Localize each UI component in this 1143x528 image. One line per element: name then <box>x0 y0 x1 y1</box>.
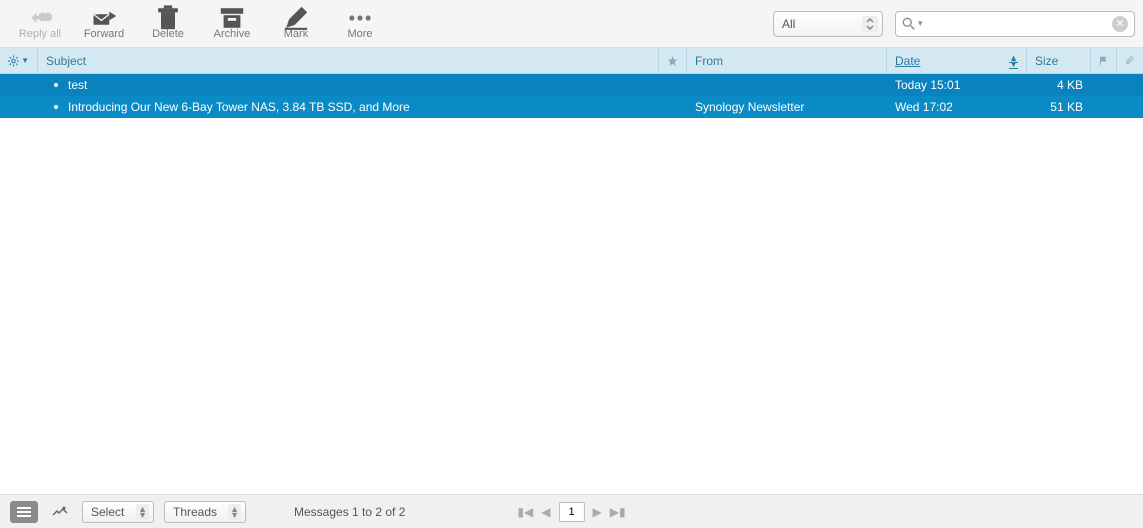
archive-icon <box>218 8 246 28</box>
page-first-button[interactable]: ▮◀ <box>517 505 533 519</box>
chevron-updown-icon: ▲▼ <box>228 504 241 520</box>
mark-label: Mark <box>284 28 308 40</box>
sort-indicator-icon: ▲▼ <box>1009 55 1018 67</box>
mark-button[interactable]: Mark <box>264 2 328 46</box>
list-options-button[interactable]: ▼ <box>0 48 38 73</box>
preview-icon <box>52 505 68 519</box>
archive-button[interactable]: Archive <box>200 2 264 46</box>
message-subject: test <box>68 78 87 92</box>
footer-bar: Select ▲▼ Threads ▲▼ Messages 1 to 2 of … <box>0 494 1143 528</box>
forward-button[interactable]: Forward <box>72 2 136 46</box>
message-count: Messages 1 to 2 of 2 <box>294 505 405 519</box>
unread-dot-icon <box>54 83 58 87</box>
more-label: More <box>347 28 372 40</box>
search-box[interactable]: ▾ ✕ <box>895 11 1135 37</box>
column-subject[interactable]: Subject <box>38 48 659 73</box>
message-subject: Introducing Our New 6-Bay Tower NAS, 3.8… <box>68 100 410 114</box>
message-date: Today 15:01 <box>895 78 960 92</box>
message-size: 4 KB <box>1057 78 1083 92</box>
gear-icon <box>8 54 19 68</box>
reply-all-label: Reply all <box>19 28 61 40</box>
filter-selected: All <box>782 17 795 31</box>
page-last-button[interactable]: ▶▮ <box>610 505 626 519</box>
paperclip-icon <box>1125 54 1135 68</box>
reply-all-button: Reply all <box>8 2 72 46</box>
message-row[interactable]: Introducing Our New 6-Bay Tower NAS, 3.8… <box>0 96 1143 118</box>
search-icon <box>902 17 916 31</box>
message-list-header: ▼ Subject From Date ▲▼ Size <box>0 48 1143 74</box>
page-next-button[interactable]: ▶ <box>593 505 602 519</box>
delete-label: Delete <box>152 28 184 40</box>
filter-dropdown[interactable]: All <box>773 11 883 37</box>
pager: ▮◀ ◀ ▶ ▶▮ <box>517 502 625 522</box>
column-star[interactable] <box>659 48 687 73</box>
select-dropdown[interactable]: Select ▲▼ <box>82 501 154 523</box>
column-attachment[interactable] <box>1117 48 1143 73</box>
chevron-updown-icon: ▲▼ <box>136 504 149 520</box>
preview-toggle-button[interactable] <box>48 501 72 523</box>
message-list[interactable]: test Today 15:01 4 KB Introducing Our Ne… <box>0 74 1143 494</box>
pencil-icon <box>282 8 310 28</box>
archive-label: Archive <box>214 28 251 40</box>
column-from[interactable]: From <box>687 48 887 73</box>
search-clear-icon[interactable]: ✕ <box>1112 16 1128 32</box>
column-date[interactable]: Date ▲▼ <box>887 48 1027 73</box>
reply-all-icon <box>26 8 54 28</box>
caret-down-icon: ▼ <box>21 56 29 65</box>
threads-dropdown[interactable]: Threads ▲▼ <box>164 501 246 523</box>
trash-icon <box>154 8 182 28</box>
list-icon <box>17 506 31 518</box>
flag-icon <box>1099 55 1108 67</box>
message-from: Synology Newsletter <box>695 100 804 114</box>
unread-dot-icon <box>54 105 58 109</box>
message-row[interactable]: test Today 15:01 4 KB <box>0 74 1143 96</box>
delete-button[interactable]: Delete <box>136 2 200 46</box>
layout-toggle-button[interactable] <box>10 501 38 523</box>
more-button[interactable]: More <box>328 2 392 46</box>
chevron-updown-icon <box>862 16 878 32</box>
star-icon <box>667 54 678 68</box>
forward-label: Forward <box>84 28 124 40</box>
message-size: 51 KB <box>1050 100 1083 114</box>
toolbar: Reply all Forward Delete Archive Mark Mo… <box>0 0 1143 48</box>
column-flag[interactable] <box>1091 48 1117 73</box>
page-input[interactable] <box>559 502 585 522</box>
ellipsis-icon <box>346 8 374 28</box>
search-input[interactable] <box>923 17 1112 31</box>
page-prev-button[interactable]: ◀ <box>541 505 550 519</box>
forward-icon <box>90 8 118 28</box>
column-size[interactable]: Size <box>1027 48 1091 73</box>
message-date: Wed 17:02 <box>895 100 953 114</box>
